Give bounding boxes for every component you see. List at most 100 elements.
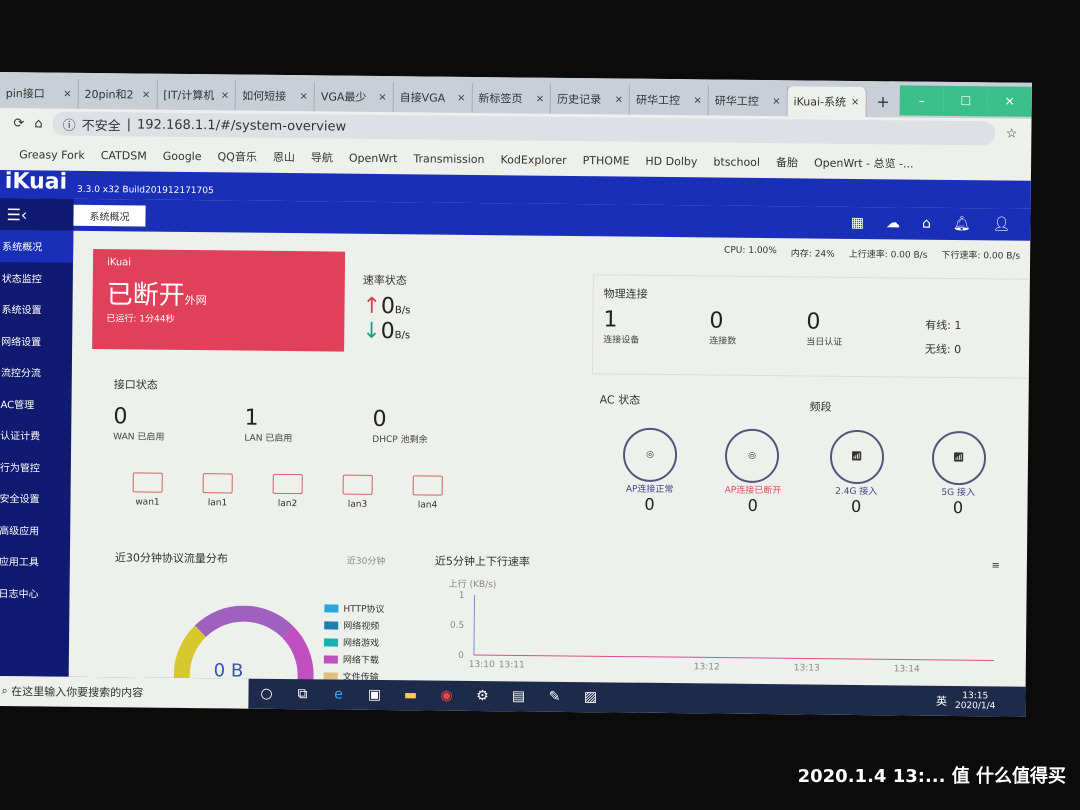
close-tab-icon[interactable]: × <box>378 91 387 102</box>
close-tab-icon[interactable]: × <box>851 96 860 107</box>
menu-toggle-icon[interactable]: ☰‹ <box>0 197 74 231</box>
port-label: wan1 <box>135 497 160 508</box>
close-tab-icon[interactable]: × <box>536 93 545 104</box>
legend-swatch <box>324 603 339 613</box>
chrome-icon[interactable]: ◉ <box>428 688 464 704</box>
new-tab-button[interactable]: + <box>866 92 900 117</box>
browser-tab[interactable]: [IT/计算机 × <box>157 79 237 111</box>
y-tick-label: 0 <box>458 651 464 661</box>
home-icon[interactable]: ⌂ <box>922 216 931 232</box>
sidebar-item[interactable]: 流控分流 <box>0 356 72 388</box>
sidebar-item[interactable]: 网络设置 <box>0 324 72 356</box>
range-select[interactable]: 近30分钟 <box>347 554 386 567</box>
sidebar-item[interactable]: 系统设置 <box>0 293 73 325</box>
stat-label: LAN 已启用 <box>244 433 293 445</box>
bookmark-item[interactable]: HD Dolby <box>645 154 697 168</box>
qrcode-icon[interactable]: ▦ <box>851 215 864 231</box>
port-lan4[interactable]: lan4 <box>392 475 462 511</box>
user-icon[interactable]: 👤︎ <box>993 216 1011 232</box>
stat-label: 连接数 <box>709 336 737 347</box>
close-window-button[interactable]: ✕ <box>987 86 1032 117</box>
rate-status: 速率状态 ↑0B/s ↓0B/s <box>362 273 411 345</box>
port-wan1[interactable]: wan1 <box>112 472 182 508</box>
bookmark-item[interactable]: Greasy Fork <box>19 148 85 162</box>
legend-item[interactable]: HTTP协议 <box>324 601 384 615</box>
taskbar-search[interactable]: ⌕ 在这里输入你要搜索的内容 <box>0 675 249 709</box>
bell-icon[interactable]: 🔔︎ <box>953 216 971 232</box>
ime-indicator[interactable]: 英 <box>936 693 947 709</box>
sidebar-item[interactable]: 日志中心 <box>0 576 70 608</box>
port-lan1[interactable]: lan1 <box>182 473 252 509</box>
port-label: lan4 <box>417 500 438 511</box>
legend-item[interactable]: 网络视频 <box>324 618 384 632</box>
close-tab-icon[interactable]: × <box>299 91 308 102</box>
cloud-icon[interactable]: ☁ <box>886 215 900 231</box>
browser-tab[interactable]: 自接VGA × <box>393 82 473 113</box>
bookmark-item[interactable]: btschool <box>713 155 760 168</box>
port-lan3[interactable]: lan3 <box>322 474 392 510</box>
sidebar-item[interactable]: 安全设置 <box>0 482 71 514</box>
store-icon[interactable]: ▣ <box>356 687 392 703</box>
browser-tab[interactable]: pin接口 × <box>0 77 79 109</box>
bookmark-item[interactable]: OpenWrt <box>349 151 398 165</box>
photos-icon[interactable]: ▨ <box>572 689 608 705</box>
close-tab-icon[interactable]: × <box>772 96 781 107</box>
sidebar-item[interactable]: 系统概况 <box>0 229 74 263</box>
bookmark-item[interactable]: Transmission <box>413 152 484 166</box>
bookmark-item[interactable]: PTHOME <box>583 154 630 167</box>
task-view-icon[interactable]: ⧉ <box>284 686 320 702</box>
close-tab-icon[interactable]: × <box>615 94 624 105</box>
wan-status-card[interactable]: iKuai 已断开外网 已运行: 1分44秒 <box>92 248 346 352</box>
browser-tab[interactable]: VGA最少 × <box>314 81 394 113</box>
browser-tab[interactable]: 研华工控 × <box>708 85 788 117</box>
settings-icon[interactable]: ⚙ <box>464 688 500 704</box>
cortana-icon[interactable]: ○ <box>248 686 284 702</box>
explorer-icon[interactable]: ▬ <box>392 687 428 703</box>
close-tab-icon[interactable]: × <box>693 95 702 106</box>
close-tab-icon[interactable]: × <box>142 89 151 100</box>
edge-icon[interactable]: e <box>320 686 356 703</box>
wireless-count: 无线: 0 <box>924 342 962 357</box>
minimize-button[interactable]: – <box>899 85 944 116</box>
clock[interactable]: 13:15 2020/1/4 <box>955 691 996 711</box>
speed-chart-title: 近5分钟上下行速率 <box>434 554 530 569</box>
bookmark-item[interactable]: 导航 <box>311 149 333 165</box>
chart-menu-icon[interactable]: ≡ <box>991 560 1000 571</box>
browser-tab[interactable]: iKuai-系统 × <box>787 86 867 118</box>
home-icon[interactable]: ⌂ <box>34 116 42 131</box>
bookmark-item[interactable]: KodExplorer <box>500 153 566 167</box>
bookmark-item[interactable]: QQ音乐 <box>217 148 256 164</box>
port-lan2[interactable]: lan2 <box>252 473 322 510</box>
sidebar-item[interactable]: 行为管控 <box>0 450 71 482</box>
close-tab-icon[interactable]: × <box>63 88 72 99</box>
browser-tab[interactable]: 研华工控 × <box>629 84 709 116</box>
sidebar-item[interactable]: 状态监控 <box>0 261 73 293</box>
sidebar-item[interactable]: 高级应用 <box>0 513 70 545</box>
maximize-button[interactable]: ☐ <box>943 85 988 117</box>
legend-item[interactable]: 网络下载 <box>323 652 384 666</box>
wifi-icon: 📶︎ <box>829 429 884 485</box>
download-rate: 下行速率: 0.00 B/s <box>941 250 1021 262</box>
sidebar-item[interactable]: 应用工具 <box>0 545 70 577</box>
browser-tab[interactable]: 新标签页 × <box>472 82 552 114</box>
sidebar-item[interactable]: AC管理 <box>0 387 72 419</box>
notepad-icon[interactable]: ✎ <box>536 689 572 705</box>
close-tab-icon[interactable]: × <box>457 92 466 103</box>
bookmark-item[interactable]: CATDSM <box>101 149 147 162</box>
app-icon[interactable]: ▤ <box>500 688 536 704</box>
sidebar-item[interactable]: 认证计费 <box>0 419 71 451</box>
bookmark-item[interactable]: Google <box>163 149 202 162</box>
browser-tab[interactable]: 如何短接 × <box>235 80 316 112</box>
stat-value: 0 <box>113 404 128 430</box>
bookmark-item[interactable]: OpenWrt - 总览 -... <box>814 155 914 172</box>
bookmark-item[interactable]: 备胎 <box>776 154 798 170</box>
bookmark-item[interactable]: 恩山 <box>273 149 295 165</box>
close-tab-icon[interactable]: × <box>221 90 230 101</box>
ac-value: 0 <box>747 495 758 515</box>
tab-label: VGA最少 <box>320 90 367 104</box>
browser-tab[interactable]: 20pin和2 × <box>78 78 158 110</box>
reload-icon[interactable]: ⟳ <box>13 116 24 131</box>
legend-item[interactable]: 网络游戏 <box>324 635 384 649</box>
star-icon[interactable]: ☆ <box>1006 126 1018 141</box>
browser-tab[interactable]: 历史记录 × <box>551 83 631 115</box>
